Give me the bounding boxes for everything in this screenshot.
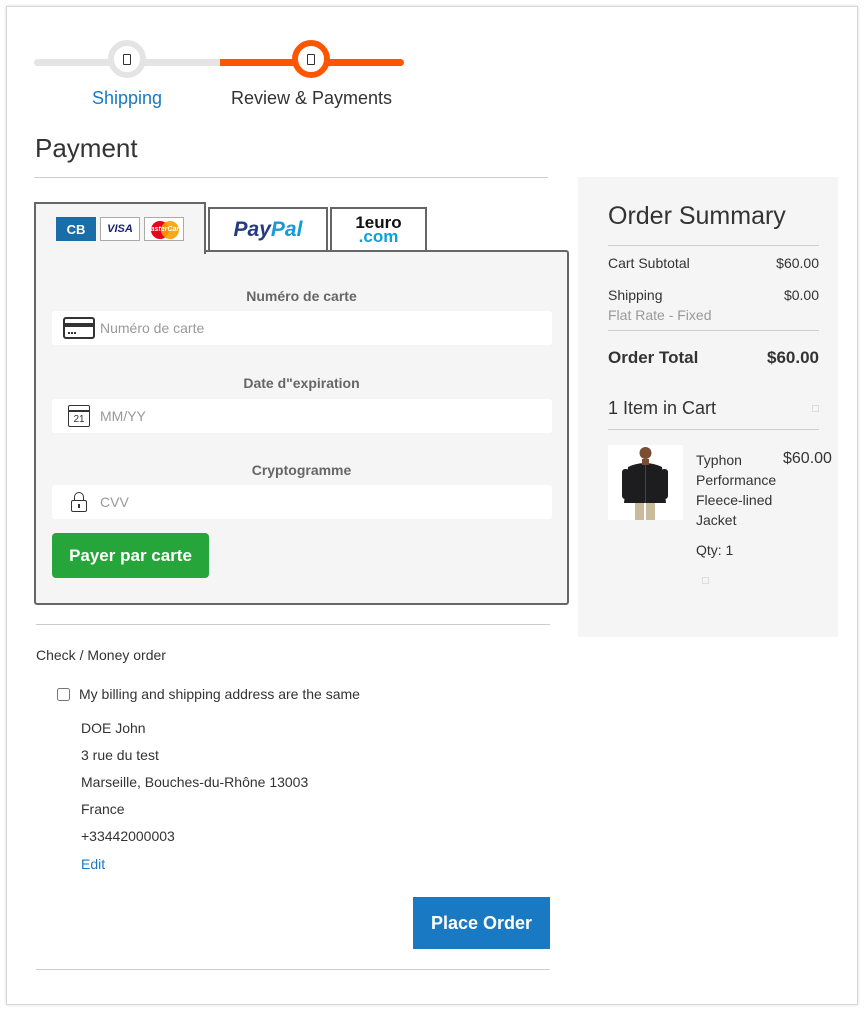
address-street: 3 rue du test — [81, 747, 159, 763]
address-country: France — [81, 801, 125, 817]
cvv-label: Cryptogramme — [251, 462, 352, 478]
step-review-label: Review & Payments — [231, 88, 393, 108]
billing-same-checkbox-row[interactable]: My billing and shipping address are the … — [57, 686, 360, 702]
1euro-logo-icon: 1euro .com — [355, 213, 401, 246]
billing-same-checkbox[interactable] — [57, 687, 70, 701]
cart-subtotal-label: Cart Subtotal — [608, 255, 690, 271]
edit-address-link[interactable]: Edit — [81, 856, 105, 872]
step-icon — [307, 53, 315, 65]
chevron-up-icon[interactable] — [812, 405, 819, 412]
product-thumbnail — [608, 445, 683, 520]
order-summary-title: Order Summary — [608, 202, 786, 230]
cb-logo-icon: CB — [56, 217, 96, 241]
shipping-value: $0.00 — [783, 287, 819, 303]
card-number-input[interactable] — [100, 311, 540, 345]
calendar-day: 21 — [68, 405, 90, 427]
1euro-logo-bottom: .com — [358, 227, 399, 246]
order-summary: Order Summary Cart Subtotal $60.00 Shipp… — [578, 177, 838, 637]
title-divider — [34, 177, 548, 178]
page-title: Payment — [35, 133, 138, 163]
shipping-method: Flat Rate - Fixed — [608, 307, 712, 323]
step-review-marker — [292, 40, 330, 78]
summary-divider — [608, 429, 819, 430]
paypal-logo-part2: Pal — [270, 218, 303, 241]
expiry-field[interactable]: 21 — [52, 399, 552, 433]
card-number-label: Numéro de carte — [246, 288, 357, 304]
cvv-field[interactable] — [52, 485, 552, 519]
expiry-input[interactable] — [100, 399, 540, 433]
section-divider — [36, 624, 550, 625]
card-payment-form: Numéro de carte Date d"expiration 21 Cry… — [34, 250, 569, 605]
check-money-order-label[interactable]: Check / Money order — [36, 647, 166, 663]
calendar-icon: 21 — [63, 403, 95, 429]
expiry-label: Date d"expiration — [243, 375, 360, 391]
cvv-input[interactable] — [100, 485, 540, 519]
tab-credit-cards[interactable]: CB VISA MasterCard — [34, 202, 206, 254]
place-order-button[interactable]: Place Order — [413, 897, 550, 949]
checkout-progress-bar: Shipping Review & Payments — [34, 40, 406, 110]
summary-divider — [608, 245, 819, 246]
product-name: Typhon Performance Fleece-lined Jacket — [696, 452, 777, 528]
billing-same-label: My billing and shipping address are the … — [79, 686, 360, 702]
credit-card-icon — [63, 315, 95, 341]
address-name: DOE John — [81, 720, 146, 736]
product-qty: Qty: 1 — [696, 542, 734, 558]
bottom-divider — [36, 969, 550, 970]
cart-subtotal-row: Cart Subtotal $60.00 — [608, 255, 819, 271]
tab-1euro[interactable]: 1euro .com — [330, 207, 427, 251]
order-total-value: $60.00 — [767, 348, 819, 367]
step-shipping-marker[interactable] — [108, 40, 146, 78]
mastercard-logo-icon: MasterCard — [144, 217, 184, 241]
cart-subtotal-value: $60.00 — [776, 255, 819, 271]
address-phone: +33442000003 — [81, 828, 175, 844]
shipping-row: Shipping $0.00 — [608, 287, 819, 303]
order-total-label: Order Total — [608, 348, 699, 367]
mastercard-logo-text: MasterCard — [144, 225, 184, 233]
product-price: $60.00 — [783, 450, 832, 467]
shipping-label: Shipping — [608, 287, 663, 303]
pay-by-card-button[interactable]: Payer par carte — [52, 533, 209, 578]
order-total-row: Order Total $60.00 — [608, 348, 819, 368]
visa-logo-icon: VISA — [100, 217, 140, 241]
summary-divider — [608, 330, 819, 331]
card-number-field[interactable] — [52, 311, 552, 345]
step-shipping-link[interactable]: Shipping — [92, 88, 162, 109]
items-in-cart-toggle[interactable]: 1 Item in Cart — [608, 398, 716, 419]
step-icon — [123, 53, 131, 65]
tab-paypal[interactable]: PayPal — [208, 207, 328, 251]
paypal-logo-icon: PayPal — [234, 218, 303, 242]
address-city: Marseille, Bouches-du-Rhône 13003 — [81, 774, 309, 790]
chevron-down-icon[interactable] — [702, 577, 709, 584]
lock-icon — [63, 489, 95, 515]
paypal-logo-part1: Pay — [233, 218, 271, 241]
jacket-model-image — [608, 445, 683, 520]
